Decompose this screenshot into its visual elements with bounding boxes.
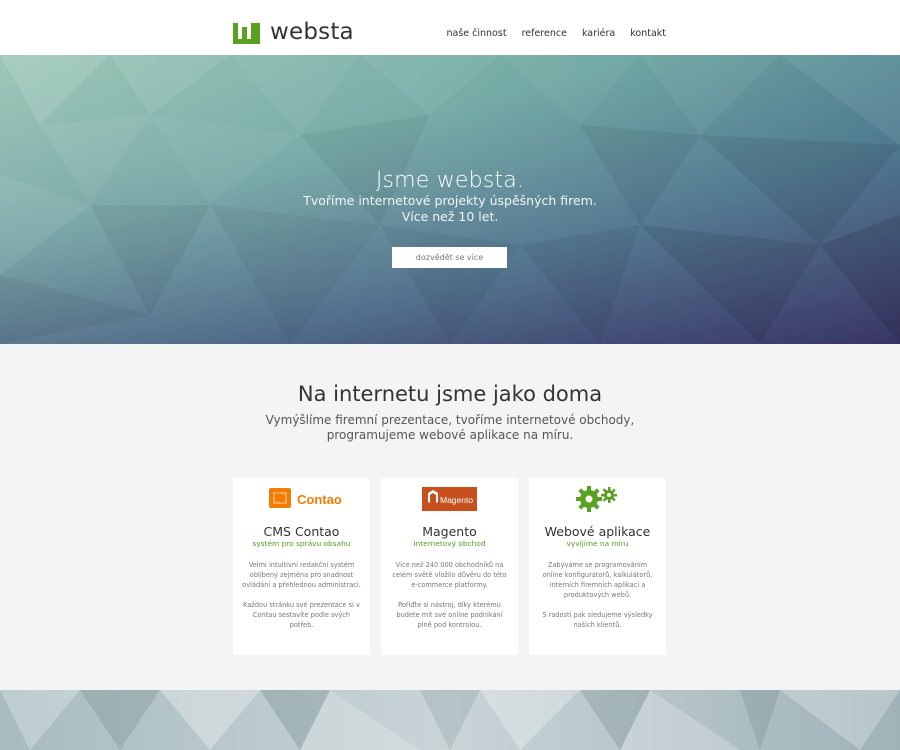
- section-title: Na internetu jsme jako doma: [297, 382, 603, 406]
- nav-item-reference[interactable]: reference: [522, 28, 567, 39]
- services-section: Na internetu jsme jako doma Vymýšlíme fi…: [0, 344, 900, 690]
- section-subtitle: Vymýšlíme firemní prezentace, tvoříme in…: [265, 413, 635, 442]
- logo-text: websta: [270, 19, 354, 45]
- hero-title: Jsme websta.: [375, 168, 525, 193]
- hero-subtitle: Tvoříme internetové projekty úspěšných f…: [303, 193, 597, 224]
- learn-more-button[interactable]: dozvědět se více: [392, 247, 507, 268]
- magento-logo-icon: Magento: [422, 487, 477, 511]
- contao-logo-icon: Contao: [269, 488, 342, 508]
- nav-item-nase-cinnost[interactable]: naše činnost: [447, 28, 507, 39]
- card-text: Zabýváme se programováním online konfigu…: [537, 560, 658, 640]
- gears-icon: [576, 486, 617, 512]
- card-paragraph: Velmi intuitivní redakční systém oblíben…: [242, 561, 361, 589]
- service-card-contao[interactable]: Contao CMS Contao systém pro správu obsa…: [233, 478, 370, 655]
- card-text: Více než 240 000 obchodníků na celém svě…: [389, 560, 510, 640]
- card-subtitle: systém pro správu obsahu: [252, 539, 351, 548]
- card-paragraph: Více než 240 000 obchodníků na celém svě…: [392, 561, 507, 589]
- card-title: CMS Contao: [263, 524, 340, 539]
- card-title: Magento: [422, 524, 477, 539]
- main-nav: naše činnost reference kariéra kontakt: [447, 28, 667, 39]
- card-title: Webové aplikace: [544, 524, 651, 539]
- logo[interactable]: websta: [233, 19, 354, 46]
- card-paragraph: Pořiďte si nástroj, díky kterému budete …: [396, 601, 503, 629]
- hero-banner: Jsme websta. Tvoříme internetové projekt…: [0, 55, 900, 344]
- magento-logo-text: Magento: [440, 495, 473, 505]
- nav-item-kontakt[interactable]: kontakt: [630, 28, 666, 39]
- card-text: Velmi intuitivní redakční systém oblíben…: [241, 560, 362, 640]
- card-subtitle: Internetový obchod: [413, 539, 486, 548]
- footer-background: [0, 690, 900, 750]
- nav-item-kariera[interactable]: kariéra: [582, 28, 615, 39]
- footer-pattern: [0, 690, 900, 750]
- site-header: websta naše činnost reference kariéra ko…: [0, 0, 900, 55]
- contao-logo-text: Contao: [297, 492, 342, 507]
- service-card-web-apps[interactable]: Webové aplikace vyvíjíme na míru Zabývám…: [529, 478, 666, 655]
- websta-logo-icon: [233, 22, 260, 44]
- service-card-magento[interactable]: Magento Magento Internetový obchod Více …: [381, 478, 518, 655]
- card-paragraph: Každou stránku své prezentace si v Conta…: [243, 601, 360, 629]
- card-paragraph: Zabýváme se programováním online konfigu…: [542, 561, 653, 599]
- card-subtitle: vyvíjíme na míru: [566, 539, 629, 548]
- card-paragraph: S radostí pak sledujeme výsledky našich …: [542, 611, 653, 629]
